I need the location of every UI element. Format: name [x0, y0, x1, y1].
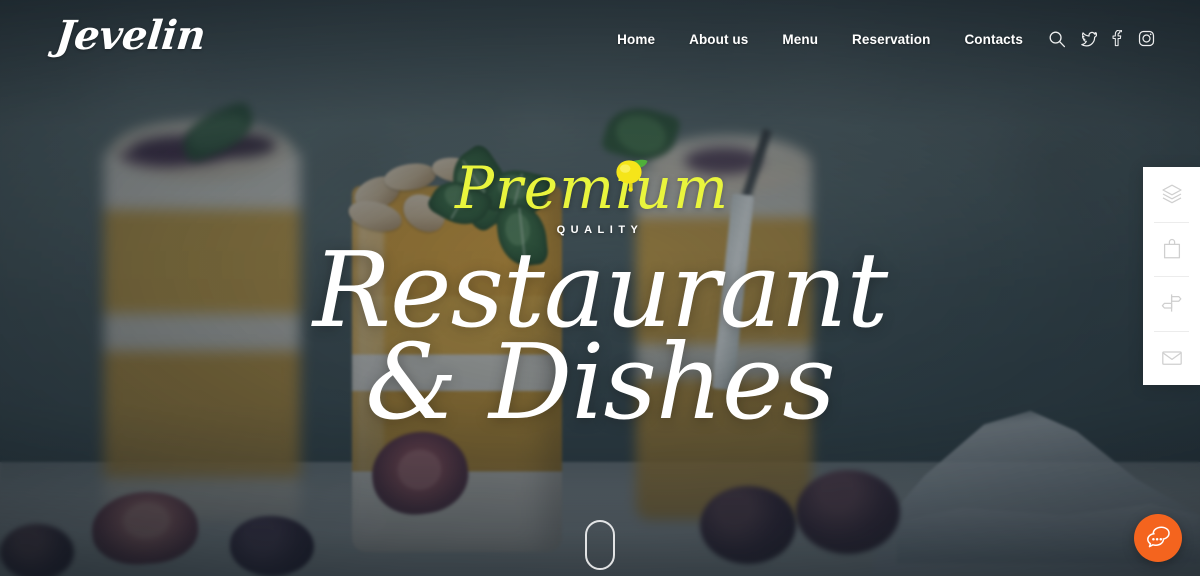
parfait-glass-left: [104, 150, 300, 522]
bag-icon: [1160, 237, 1184, 261]
plum-one: [700, 486, 796, 564]
header-icon-group: [1048, 30, 1156, 48]
twitter-icon[interactable]: [1080, 30, 1098, 48]
facebook-icon[interactable]: [1112, 30, 1124, 48]
envelope-icon: [1160, 346, 1184, 370]
nav-item-reservation[interactable]: Reservation: [835, 32, 947, 47]
site-logo[interactable]: Jevelin: [54, 12, 208, 59]
search-icon[interactable]: [1048, 30, 1066, 48]
chat-bubbles-icon: [1145, 524, 1172, 553]
chat-button[interactable]: [1134, 514, 1182, 562]
garnish-crown: [336, 141, 586, 269]
nav-item-about-us[interactable]: About us: [672, 32, 765, 47]
hero-section: Jevelin Home About us Menu Reservation C…: [0, 0, 1200, 576]
nav-item-menu[interactable]: Menu: [765, 32, 835, 47]
nav-item-home[interactable]: Home: [617, 32, 672, 47]
site-header: Jevelin Home About us Menu Reservation C…: [0, 0, 1200, 84]
instagram-icon[interactable]: [1138, 30, 1156, 48]
primary-navigation: Home About us Menu Reservation Contacts: [617, 32, 1040, 47]
side-panel: [1143, 167, 1200, 385]
layers-icon: [1160, 182, 1184, 206]
plum-three: [0, 524, 74, 576]
plum-two: [796, 470, 900, 554]
side-panel-button-layers[interactable]: [1143, 167, 1200, 222]
side-panel-button-shop[interactable]: [1143, 221, 1200, 277]
signpost-icon: [1160, 291, 1184, 315]
fig-whole: [230, 516, 314, 576]
side-panel-button-directions[interactable]: [1143, 276, 1200, 331]
scroll-mouse-icon[interactable]: [585, 520, 615, 570]
side-panel-button-contact[interactable]: [1143, 330, 1200, 386]
nav-item-contacts[interactable]: Contacts: [947, 32, 1040, 47]
